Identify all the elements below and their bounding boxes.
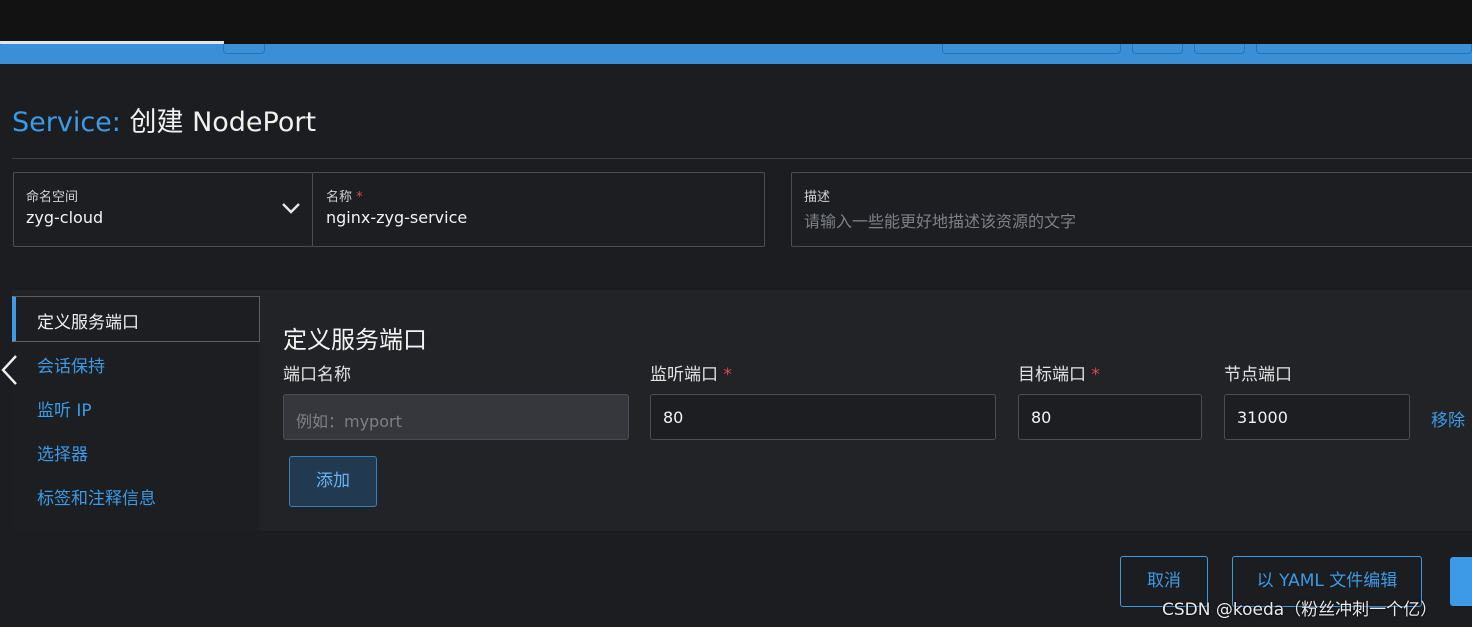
sidebar-item-ports-label[interactable]: 定义服务端口 xyxy=(37,308,139,333)
page-title-main: 创建 NodePort xyxy=(129,107,317,138)
name-label: 名称 * xyxy=(326,186,363,205)
column-target-port: 目标端口 * xyxy=(1018,360,1100,385)
top-black-bar xyxy=(0,0,1472,44)
listen-port-input[interactable]: 80 xyxy=(650,394,996,440)
add-port-button[interactable]: 添加 xyxy=(289,456,377,507)
sidebar-item-listen-ip[interactable]: 监听 IP xyxy=(37,396,92,421)
chevron-left-icon[interactable] xyxy=(0,354,20,386)
divider xyxy=(12,158,1472,159)
watermark: CSDN @koeda（粉丝冲刺一个亿） xyxy=(1162,600,1438,620)
sidebar-item-labels-annotations[interactable]: 标签和注释信息 xyxy=(37,484,156,509)
page-title: Service: 创建 NodePort xyxy=(12,100,316,139)
node-port-input[interactable]: 31000 xyxy=(1224,394,1410,440)
namespace-label: 命名空间 xyxy=(26,190,79,205)
ports-section-title: 定义服务端口 xyxy=(283,326,427,354)
create-button[interactable] xyxy=(1450,557,1472,606)
header-control[interactable] xyxy=(1132,44,1183,54)
name-value: nginx-zyg-service xyxy=(326,208,468,227)
chevron-down-icon[interactable] xyxy=(281,201,301,215)
header-control[interactable] xyxy=(1194,44,1245,54)
description-label: 描述 xyxy=(804,190,831,205)
name-label-text: 名称 xyxy=(326,190,353,205)
header-control[interactable] xyxy=(1256,44,1472,54)
column-listen-port-text: 监听端口 xyxy=(650,365,718,385)
port-name-input[interactable]: 例如：myport xyxy=(283,394,629,440)
sidebar-item-session-affinity[interactable]: 会话保持 xyxy=(37,352,105,377)
required-mark: * xyxy=(356,190,363,205)
column-target-port-text: 目标端口 xyxy=(1018,365,1086,385)
column-node-port: 节点端口 xyxy=(1224,365,1292,385)
namespace-value: zyg-cloud xyxy=(26,208,104,227)
remove-port-link[interactable]: 移除 xyxy=(1431,406,1465,431)
description-placeholder: 请输入一些能更好地描述该资源的文字 xyxy=(804,212,1077,231)
header-control[interactable] xyxy=(223,44,265,54)
required-mark: * xyxy=(1091,365,1100,385)
target-port-input[interactable]: 80 xyxy=(1018,394,1202,440)
required-mark: * xyxy=(723,365,732,385)
column-listen-port: 监听端口 * xyxy=(650,360,732,385)
column-port-name: 端口名称 xyxy=(283,365,351,385)
sidebar-item-selector[interactable]: 选择器 xyxy=(37,440,88,465)
header-bar xyxy=(0,44,1472,64)
header-control[interactable] xyxy=(942,44,1121,54)
page-title-prefix: Service: xyxy=(12,107,121,138)
app-root: Service: 创建 NodePort 命名空间 zyg-cloud 名称 *… xyxy=(0,0,1472,627)
